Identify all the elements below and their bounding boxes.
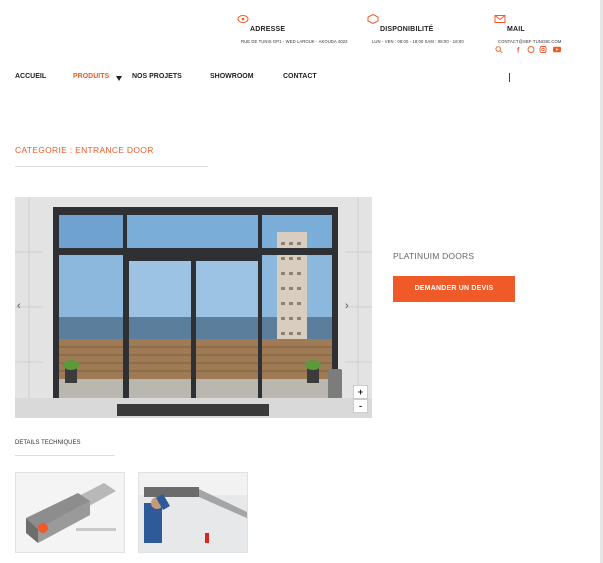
youtube-icon[interactable] xyxy=(551,46,563,53)
nav-nos-projets[interactable]: NOS PROJETS xyxy=(132,73,182,80)
chevron-down-icon[interactable] xyxy=(116,76,122,81)
request-quote-button[interactable]: DEMANDER UN DEVIS xyxy=(393,276,515,302)
nav-divider xyxy=(509,73,510,82)
nav-accueil[interactable]: ACCUEIL xyxy=(15,73,46,80)
main-nav: ACCUEIL PRODUITS NOS PROJETS SHOWROOM CO… xyxy=(0,73,603,85)
svg-text:f: f xyxy=(517,47,520,53)
map-pin-icon xyxy=(237,15,249,23)
zoom-in-button[interactable]: + xyxy=(353,385,368,399)
availability-title: DISPONIBILITÉ xyxy=(380,26,434,33)
facebook-icon[interactable]: f xyxy=(515,46,523,53)
envelope-icon xyxy=(494,15,506,23)
search-icon[interactable] xyxy=(495,45,503,53)
address-value: RUE DE TUNIS GP1 - WED LAROUK - AKOUDA 4… xyxy=(241,39,348,44)
next-image-button[interactable]: › xyxy=(345,300,349,312)
product-name: PLATINUIM DOORS xyxy=(393,251,475,261)
availability-value: LUN - VEN : 08:00 - 18:00 SAM : 08:00 - … xyxy=(372,39,464,44)
detail-thumbnail[interactable] xyxy=(15,472,125,553)
nav-produits[interactable]: PRODUITS xyxy=(73,73,109,80)
category-title: CATEGORIE : ENTRANCE DOOR xyxy=(15,145,154,155)
nav-showroom[interactable]: SHOWROOM xyxy=(210,73,254,80)
nav-contact[interactable]: CONTACT xyxy=(283,73,317,80)
instagram-icon[interactable] xyxy=(539,45,547,53)
whatsapp-icon[interactable] xyxy=(527,45,535,53)
product-main-image[interactable] xyxy=(15,197,372,418)
mail-value[interactable]: CONTACT@SBF-TUNISIE.COM xyxy=(498,39,561,44)
address-title: ADRESSE xyxy=(250,26,286,33)
zoom-out-button[interactable]: - xyxy=(353,399,368,413)
divider xyxy=(15,455,115,456)
prev-image-button[interactable]: ‹ xyxy=(17,300,21,312)
details-title: DETAILS TECHNIQUES xyxy=(15,440,81,446)
detail-thumbnail[interactable] xyxy=(138,472,248,553)
divider xyxy=(15,166,208,167)
social-links: f xyxy=(495,45,563,53)
mail-title: MAIL xyxy=(507,26,525,33)
clock-icon xyxy=(367,14,379,24)
